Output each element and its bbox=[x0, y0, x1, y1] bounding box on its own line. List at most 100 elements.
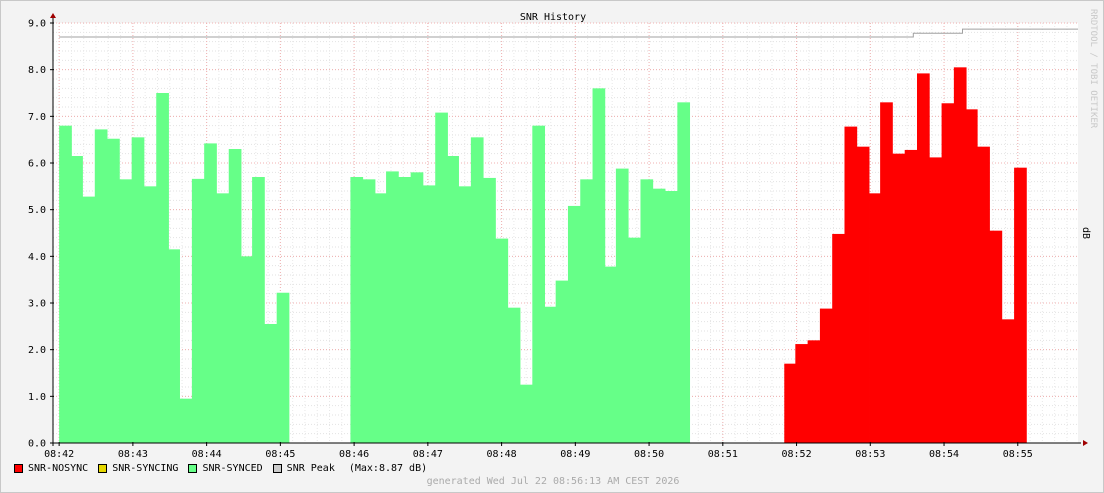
bar-snr-synced bbox=[156, 93, 169, 443]
bar-snr-synced bbox=[520, 384, 533, 443]
bar-snr-synced bbox=[119, 179, 133, 444]
chart-frame: 0.0 1.0 2.0 3.0 4.0 5.0 6.0 7.0 8.0 9.0 08:42 08:4… bbox=[0, 0, 1104, 493]
legend-label: SNR-SYNCED bbox=[202, 462, 263, 474]
y-tick-label: 4.0 bbox=[28, 252, 46, 263]
bar-snr-synced bbox=[241, 256, 254, 443]
bar-snr-synced bbox=[640, 179, 654, 444]
x-tick-label: 08:42 bbox=[44, 449, 74, 460]
legend-label: SNR Peak bbox=[286, 462, 335, 474]
legend: SNR-NOSYNC SNR-SYNCING SNR-SYNCED SNR Pe… bbox=[14, 461, 437, 475]
bar-snr-synced bbox=[228, 149, 242, 443]
bar-snr-nosync bbox=[784, 363, 797, 443]
bar-snr-synced bbox=[665, 191, 678, 443]
bar-snr-synced bbox=[483, 177, 496, 443]
bar-snr-synced bbox=[373, 193, 387, 443]
bar-snr-synced bbox=[495, 238, 509, 443]
legend-label: SNR-SYNCING bbox=[112, 462, 179, 474]
y-tick-label: 3.0 bbox=[28, 299, 46, 310]
y-tick-label: 6.0 bbox=[28, 159, 46, 170]
legend-item-syncing: SNR-SYNCING bbox=[98, 463, 178, 474]
generated-timestamp: generated Wed Jul 22 08:56:13 AM CEST 20… bbox=[426, 476, 680, 487]
x-tick-label: 08:53 bbox=[855, 449, 885, 460]
y-axis-arrow bbox=[50, 13, 56, 18]
bar-snr-synced bbox=[131, 137, 145, 444]
bar-snr-nosync bbox=[953, 67, 967, 443]
bar-snr-synced bbox=[264, 324, 278, 443]
bar-snr-synced bbox=[604, 266, 618, 443]
legend-item-synced: SNR-SYNCED bbox=[188, 462, 263, 474]
x-tick-label: 08:55 bbox=[1003, 449, 1033, 460]
bar-snr-synced bbox=[458, 186, 472, 444]
bar-snr-synced bbox=[94, 129, 108, 443]
x-tick-label: 08:50 bbox=[634, 449, 664, 460]
bar-snr-synced bbox=[362, 179, 376, 444]
bar-snr-synced bbox=[435, 112, 448, 443]
legend-swatch-nosync bbox=[14, 463, 23, 473]
bar-snr-nosync bbox=[977, 146, 990, 443]
x-tick-label: 08:48 bbox=[487, 449, 517, 460]
bar-snr-nosync bbox=[1001, 319, 1015, 443]
bar-snr-synced bbox=[446, 156, 459, 443]
bar-snr-synced bbox=[422, 185, 436, 443]
bar-snr-nosync bbox=[964, 109, 978, 443]
y-tick-label: 7.0 bbox=[28, 112, 46, 123]
bar-snr-nosync bbox=[856, 146, 870, 443]
x-axis-arrow bbox=[1083, 440, 1088, 446]
y-tick-label: 8.0 bbox=[28, 65, 46, 76]
y-tick-label: 2.0 bbox=[28, 345, 46, 356]
legend-swatch-syncing bbox=[98, 463, 108, 473]
y-tick-label: 0.0 bbox=[28, 439, 46, 450]
x-tick-labels: 08:42 08:43 08:44 08:45 08:46 08:47 08:48 08:49… bbox=[44, 449, 1033, 460]
x-tick-label: 08:46 bbox=[339, 449, 369, 460]
legend-item-nosync: SNR-NOSYNC bbox=[14, 463, 88, 474]
bar-snr-synced bbox=[276, 292, 290, 443]
x-tick-label: 08:47 bbox=[413, 449, 443, 460]
x-tick-label: 08:49 bbox=[560, 449, 590, 460]
bar-snr-nosync bbox=[844, 126, 858, 443]
y-tick-labels: 0.0 1.0 2.0 3.0 4.0 5.0 6.0 7.0 8.0 9.0 bbox=[28, 19, 46, 450]
watermark: RRDTOOL / TOBI OETIKER bbox=[1088, 9, 1098, 129]
legend-swatch-synced bbox=[188, 463, 198, 473]
bar-snr-nosync bbox=[892, 153, 906, 443]
bar-snr-synced bbox=[252, 177, 265, 443]
y-tick-label: 9.0 bbox=[28, 19, 46, 30]
bar-snr-synced bbox=[350, 177, 364, 443]
x-tick-label: 08:52 bbox=[782, 449, 812, 460]
bar-snr-synced bbox=[615, 168, 629, 443]
legend-peak-note: (Max:8.87 dB) bbox=[348, 462, 428, 474]
bar-snr-nosync bbox=[904, 149, 918, 443]
bar-snr-synced bbox=[179, 398, 193, 443]
bar-snr-synced bbox=[70, 156, 83, 443]
bar-snr-nosync bbox=[1014, 167, 1027, 443]
legend-item-peak: SNR Peak (Max:8.87 dB) bbox=[272, 462, 428, 474]
bar-snr-synced bbox=[59, 125, 72, 444]
bar-snr-synced bbox=[191, 178, 205, 443]
bar-snr-synced bbox=[555, 280, 569, 443]
bar-snr-synced bbox=[677, 102, 691, 443]
bar-snr-synced bbox=[204, 143, 217, 443]
bar-snr-synced bbox=[652, 188, 666, 443]
x-tick-label: 08:45 bbox=[265, 449, 295, 460]
x-tick-label: 08:43 bbox=[118, 449, 148, 460]
bar-snr-synced bbox=[592, 88, 606, 443]
bar-snr-nosync bbox=[989, 230, 1003, 443]
chart-title: SNR History bbox=[520, 12, 586, 23]
legend-swatch-peak bbox=[272, 463, 282, 473]
legend-label: SNR-NOSYNC bbox=[28, 462, 89, 474]
y-tick-label: 5.0 bbox=[28, 205, 46, 216]
bar-snr-nosync bbox=[795, 344, 809, 443]
bar-snr-synced bbox=[567, 205, 581, 443]
bar-snr-synced bbox=[628, 237, 641, 443]
bar-snr-synced bbox=[410, 172, 424, 444]
bar-snr-synced bbox=[386, 171, 399, 443]
x-tick-label: 08:44 bbox=[192, 449, 222, 460]
bar-snr-synced bbox=[470, 137, 484, 444]
x-tick-label: 08:51 bbox=[708, 449, 738, 460]
bar-snr-nosync bbox=[832, 233, 845, 443]
y-axis-label: dB bbox=[1080, 227, 1091, 239]
bar-snr-synced bbox=[143, 186, 157, 444]
bar-snr-nosync bbox=[807, 340, 821, 443]
snr-chart: 0.01.02.03.04.05.06.07.08.09.0 08:42 08:4… bbox=[28, 9, 1098, 460]
bar-snr-nosync bbox=[929, 157, 942, 443]
x-tick-label: 08:54 bbox=[929, 449, 959, 460]
